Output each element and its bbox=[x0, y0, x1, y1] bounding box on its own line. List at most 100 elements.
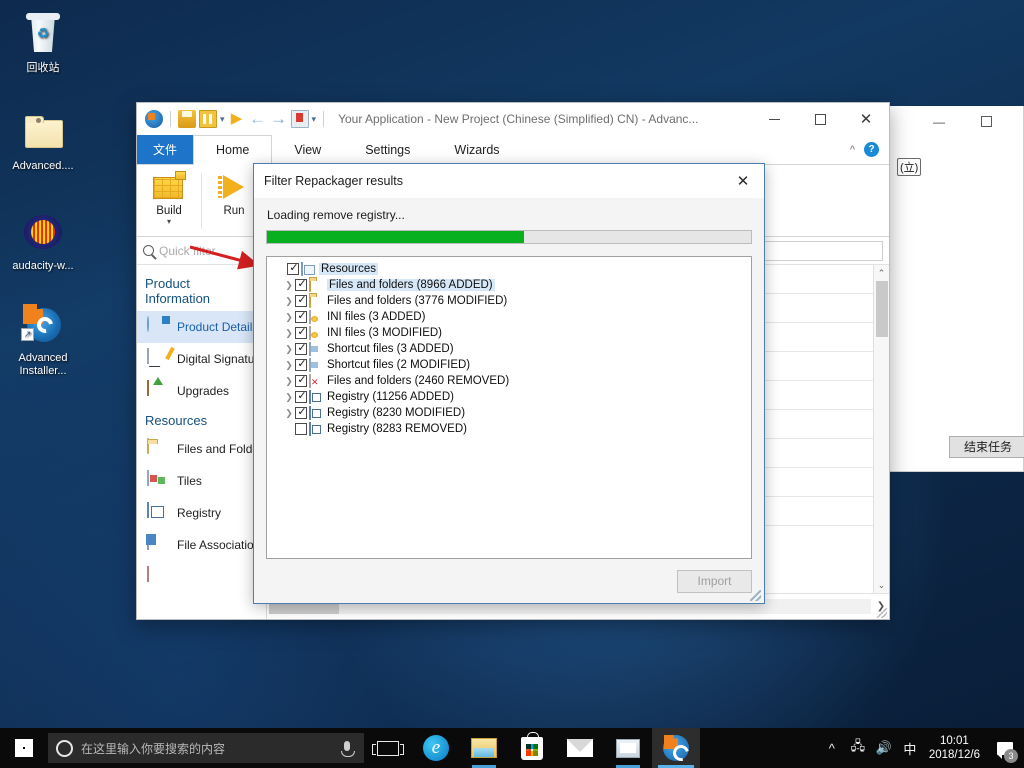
sidebar-item-tiles[interactable]: Tiles bbox=[137, 465, 266, 497]
chevron-right-icon[interactable]: ❯ bbox=[283, 392, 295, 403]
tree-row-root[interactable]: ❯ Resources bbox=[273, 261, 751, 277]
mail-icon[interactable] bbox=[556, 728, 604, 768]
sidebar-item-product-details[interactable]: Product Details bbox=[137, 311, 266, 343]
chevron-down-icon[interactable]: ▾ bbox=[220, 110, 225, 128]
chevron-down-icon[interactable]: ▾ bbox=[143, 217, 195, 226]
tree-row[interactable]: ❯ Files and folders (3776 MODIFIED) bbox=[273, 293, 751, 309]
background-minimize-button[interactable]: — bbox=[933, 116, 945, 128]
tree-row[interactable]: ❯ Registry (8283 REMOVED) bbox=[273, 421, 751, 437]
tree-checkbox[interactable] bbox=[287, 263, 299, 275]
tree-row-label: Files and folders (2460 REMOVED) bbox=[327, 375, 509, 387]
tab-settings[interactable]: Settings bbox=[343, 135, 432, 164]
file-explorer-icon[interactable] bbox=[460, 728, 508, 768]
audacity-icon bbox=[19, 208, 67, 256]
tree-checkbox[interactable] bbox=[295, 311, 307, 323]
sidebar-item-digital-signature[interactable]: Digital Signature bbox=[137, 343, 266, 375]
ime-indicator[interactable]: 中 bbox=[897, 728, 923, 768]
collapse-ribbon-icon[interactable]: ^ bbox=[850, 144, 855, 156]
chevron-right-icon[interactable]: ❯ bbox=[283, 344, 295, 355]
network-icon[interactable]: 🖧 bbox=[845, 728, 871, 768]
results-tree[interactable]: ❯ Resources ❯ Files and folders (8966 AD… bbox=[266, 256, 752, 559]
chevron-up-icon[interactable]: ^ bbox=[819, 728, 845, 768]
tree-row[interactable]: ❯ INI files (3 MODIFIED) bbox=[273, 325, 751, 341]
chevron-down-icon[interactable]: ▾ bbox=[312, 110, 317, 128]
sidebar-item-file-associations[interactable]: File Associations bbox=[137, 529, 266, 561]
sidebar-item-registry[interactable]: Registry bbox=[137, 497, 266, 529]
resize-grip[interactable] bbox=[877, 608, 887, 618]
task-view-icon[interactable] bbox=[364, 728, 412, 768]
scroll-up-icon[interactable]: ⌃ bbox=[874, 265, 889, 281]
content-vertical-scrollbar[interactable]: ⌃ ⌄ bbox=[873, 265, 889, 593]
tree-row[interactable]: ❯ Files and folders (2460 REMOVED) bbox=[273, 373, 751, 389]
tree-checkbox[interactable] bbox=[295, 423, 307, 435]
tree-row[interactable]: ❯ Registry (8230 MODIFIED) bbox=[273, 405, 751, 421]
run-icon[interactable]: ▶ bbox=[228, 110, 246, 128]
end-task-button[interactable]: 结束任务 bbox=[949, 436, 1024, 458]
progress-bar-fill bbox=[267, 231, 524, 243]
background-maximize-button[interactable] bbox=[981, 116, 992, 127]
build-grid-icon[interactable] bbox=[199, 110, 217, 128]
help-icon[interactable]: ? bbox=[864, 142, 879, 157]
tab-view[interactable]: View bbox=[272, 135, 343, 164]
tree-checkbox[interactable] bbox=[295, 343, 307, 355]
scroll-down-icon[interactable]: ⌄ bbox=[874, 577, 889, 593]
save-icon[interactable] bbox=[178, 110, 196, 128]
tab-file[interactable]: 文件 bbox=[137, 135, 193, 164]
microphone-icon[interactable] bbox=[344, 741, 350, 751]
back-arrow-icon[interactable]: ← bbox=[249, 110, 267, 128]
desktop-icon-recycle-bin[interactable]: ♻ 回收站 bbox=[4, 10, 82, 75]
desktop-icon-audacity[interactable]: audacity-w... bbox=[4, 208, 82, 273]
notification-center-icon[interactable]: 3 bbox=[990, 728, 1020, 768]
start-button[interactable] bbox=[0, 728, 48, 768]
background-window-task-manager[interactable]: — (立) 结束任务 bbox=[888, 106, 1024, 472]
tree-row[interactable]: ❯ Registry (11256 ADDED) bbox=[273, 389, 751, 405]
tree-checkbox[interactable] bbox=[295, 391, 307, 403]
minimize-button[interactable] bbox=[751, 103, 797, 135]
sidebar-item-upgrades[interactable]: Upgrades bbox=[137, 375, 266, 407]
tree-row-label: Shortcut files (3 ADDED) bbox=[327, 343, 454, 355]
tree-row[interactable]: ❯ INI files (3 ADDED) bbox=[273, 309, 751, 325]
import-button[interactable]: Import bbox=[677, 570, 752, 593]
scrollbar-thumb[interactable] bbox=[876, 281, 888, 337]
tree-checkbox[interactable] bbox=[295, 279, 307, 291]
chevron-right-icon[interactable]: ❯ bbox=[283, 408, 295, 419]
chevron-right-icon[interactable]: ❯ bbox=[283, 376, 295, 387]
tree-checkbox[interactable] bbox=[295, 295, 307, 307]
microsoft-store-icon[interactable] bbox=[508, 728, 556, 768]
close-icon[interactable]: ✕ bbox=[722, 164, 764, 198]
advanced-installer-icon[interactable] bbox=[652, 728, 700, 768]
tab-wizards[interactable]: Wizards bbox=[432, 135, 521, 164]
chevron-right-icon[interactable]: ❯ bbox=[283, 296, 295, 307]
resize-grip[interactable] bbox=[750, 590, 761, 601]
desktop: ♻ 回收站 Advanced.... audacity-w... ↗ Advan… bbox=[0, 0, 1024, 768]
sidebar-item-mail[interactable] bbox=[137, 561, 266, 593]
tree-checkbox[interactable] bbox=[295, 327, 307, 339]
tree-row-label: Registry (11256 ADDED) bbox=[327, 391, 454, 403]
build-button[interactable]: Build ▾ bbox=[143, 169, 195, 226]
clock[interactable]: 10:01 2018/12/6 bbox=[923, 734, 990, 762]
tree-checkbox[interactable] bbox=[295, 407, 307, 419]
edge-icon[interactable] bbox=[412, 728, 460, 768]
tree-row[interactable]: ❯ Shortcut files (2 MODIFIED) bbox=[273, 357, 751, 373]
tab-home[interactable]: Home bbox=[193, 135, 272, 165]
desktop-icon-advanced-installer[interactable]: ↗ Advanced Installer... bbox=[4, 300, 82, 378]
chevron-right-icon[interactable]: ❯ bbox=[283, 360, 295, 371]
volume-icon[interactable]: 🔊 bbox=[871, 728, 897, 768]
chevron-right-icon: ❯ bbox=[275, 264, 287, 275]
tree-checkbox[interactable] bbox=[295, 359, 307, 371]
book-icon[interactable] bbox=[291, 110, 309, 128]
chevron-right-icon[interactable]: ❯ bbox=[283, 312, 295, 323]
close-button[interactable]: ✕ bbox=[843, 103, 889, 135]
maximize-button[interactable] bbox=[797, 103, 843, 135]
chevron-right-icon[interactable]: ❯ bbox=[283, 328, 295, 339]
tree-row[interactable]: ❯ Files and folders (8966 ADDED) bbox=[273, 277, 751, 293]
desktop-icon-advanced-folder[interactable]: Advanced.... bbox=[4, 108, 82, 173]
tree-checkbox[interactable] bbox=[295, 375, 307, 387]
chevron-right-icon[interactable]: ❯ bbox=[283, 280, 295, 291]
forward-arrow-icon[interactable]: → bbox=[270, 110, 288, 128]
tree-row[interactable]: ❯ Shortcut files (3 ADDED) bbox=[273, 341, 751, 357]
sidebar-item-files-and-folders[interactable]: Files and Folders bbox=[137, 433, 266, 465]
search-input[interactable]: 在这里输入你要搜索的内容 bbox=[48, 733, 364, 763]
task-manager-icon[interactable] bbox=[604, 728, 652, 768]
divider bbox=[323, 111, 324, 127]
